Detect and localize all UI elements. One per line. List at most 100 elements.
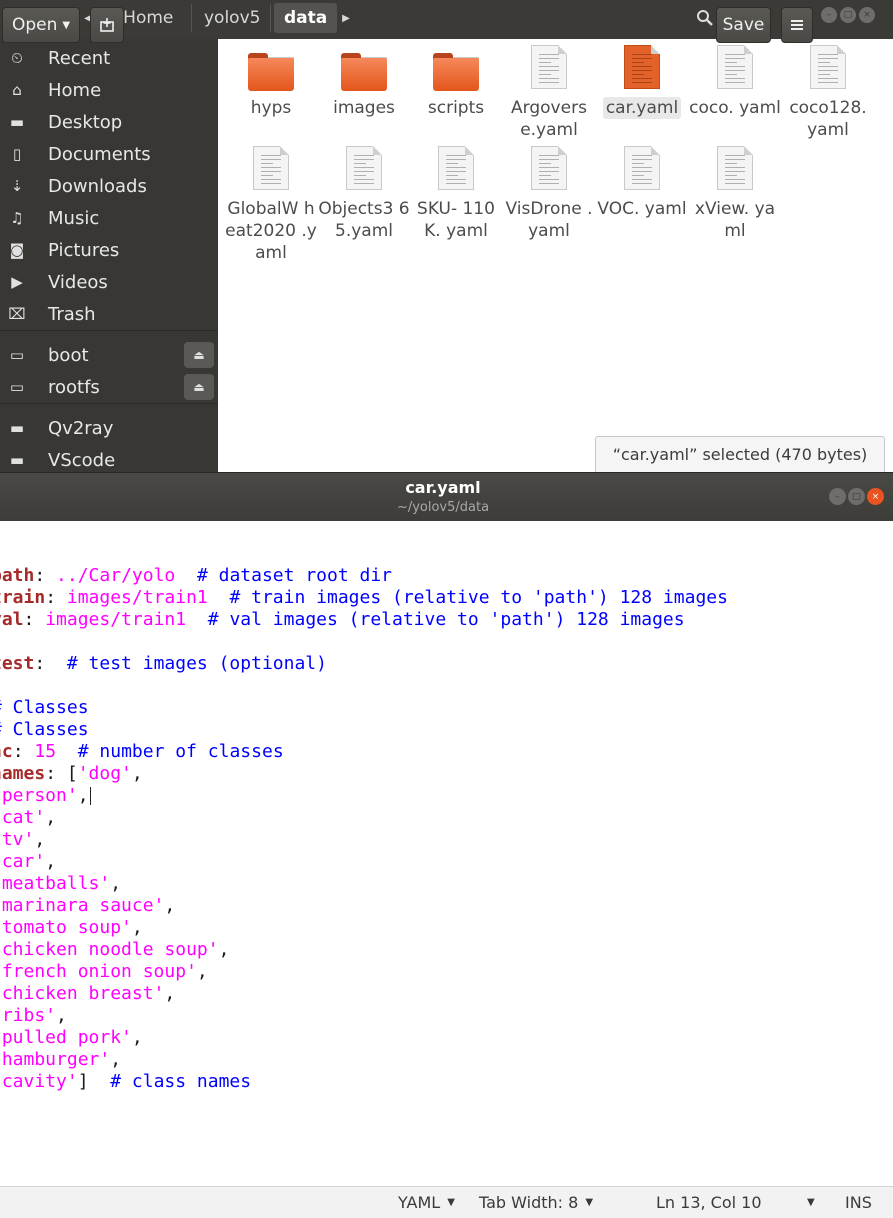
file-name-text: coco128. yaml — [789, 98, 867, 140]
position-dropdown[interactable]: ▼ — [800, 1187, 815, 1218]
code-token: images/train1 — [66, 587, 208, 608]
code-line: 'hamburger', — [0, 1049, 728, 1071]
insert-mode-label: INS — [845, 1193, 872, 1212]
code-token: path — [0, 565, 35, 586]
sidebar-item-label: Videos — [48, 271, 108, 293]
file-item[interactable]: coco. yaml — [689, 45, 781, 119]
code-token: ] — [77, 1071, 111, 1092]
open-button[interactable]: Open ▼ — [2, 7, 80, 43]
code-line: test: # test images (optional) — [0, 653, 728, 675]
sidebar-item-label: Music — [48, 207, 100, 229]
new-tab-button[interactable] — [90, 7, 124, 43]
editor-close-button[interactable]: × — [867, 488, 884, 505]
file-item[interactable]: xView. yaml — [689, 146, 781, 242]
close-icon: × — [863, 10, 871, 20]
file-item[interactable]: coco128. yaml — [782, 45, 874, 141]
file-name-text: SKU- 110K. yaml — [417, 199, 495, 241]
folder-item[interactable]: scripts — [410, 45, 502, 119]
save-button-label: Save — [722, 15, 765, 35]
sidebar-item-downloads[interactable]: ⇣ Downloads — [0, 170, 218, 202]
code-token: : — [23, 609, 46, 630]
tab-width-selector[interactable]: Tab Width: 8 ▼ — [479, 1187, 593, 1218]
code-token: , — [164, 983, 176, 1004]
code-line: 'tv', — [0, 829, 728, 851]
code-token: , — [218, 939, 230, 960]
text-file-icon — [717, 45, 753, 91]
file-item[interactable]: Objects3 65.yaml — [318, 146, 410, 242]
code-token: # Classes — [0, 697, 89, 718]
minimize-button[interactable]: – — [821, 7, 837, 23]
file-item[interactable]: Argovers e.yaml — [503, 45, 595, 141]
close-button[interactable]: × — [859, 7, 875, 23]
code-token: 'meatballs' — [0, 873, 111, 894]
code-line: nc: 15 # number of classes — [0, 741, 728, 763]
language-selector[interactable]: YAML ▼ — [398, 1187, 455, 1218]
file-item[interactable]: VisDrone .yaml — [503, 146, 595, 242]
sidebar-item-label: Qv2ray — [48, 417, 114, 439]
file-item[interactable]: SKU- 110K. yaml — [410, 146, 502, 242]
file-name: GlobalW heat2020 .yaml — [225, 198, 317, 264]
editor-maximize-button[interactable]: □ — [848, 488, 865, 505]
code-line: path: ../Car/yolo # dataset root dir — [0, 565, 728, 587]
code-token: 'pulled pork' — [0, 1027, 132, 1048]
breadcrumb-scroll-right[interactable]: ▶ — [336, 3, 356, 33]
sidebar-item-home[interactable]: ⌂ Home — [0, 74, 218, 106]
file-item[interactable]: car.yaml — [596, 45, 688, 119]
sidebar-item-desktop[interactable]: ▬ Desktop — [0, 106, 218, 138]
sidebar-item-label: Downloads — [48, 175, 147, 197]
code-line: 'ribs', — [0, 1005, 728, 1027]
open-button-label: Open — [11, 15, 58, 35]
code-view[interactable]: path: ../Car/yolo # dataset root dirtrai… — [0, 565, 728, 1093]
folder-item[interactable]: images — [318, 45, 410, 119]
code-token: , — [131, 917, 143, 938]
file-manager-window: ❮ ❯ ◀ ⌂ Home yolov5 data ▶ – □ × ⏲Recent… — [0, 0, 893, 472]
file-name: hyps — [225, 97, 317, 119]
sidebar-item-recent[interactable]: ⏲ Recent — [0, 42, 218, 74]
save-button[interactable]: Save — [716, 7, 771, 43]
code-line: names: ['dog', — [0, 763, 728, 785]
code-token: , — [131, 763, 143, 784]
text-cursor — [89, 787, 91, 805]
sidebar-item-pictures[interactable]: ◙ Pictures — [0, 234, 218, 266]
trash-icon: ⌧ — [8, 305, 26, 323]
sidebar-item-music[interactable]: ♫ Music — [0, 202, 218, 234]
sidebar-item-label: Desktop — [48, 111, 123, 133]
breadcrumb-data-label: data — [284, 8, 328, 28]
text-editor-area[interactable]: path: ../Car/yolo # dataset root dirtrai… — [0, 521, 893, 1186]
text-file-icon — [810, 45, 846, 91]
editor-menu-button[interactable] — [781, 7, 813, 43]
sidebar-item-vscode[interactable]: ▬ VScode — [0, 444, 218, 472]
file-item[interactable]: VOC. yaml — [596, 146, 688, 220]
editor-minimize-button[interactable]: – — [829, 488, 846, 505]
code-token: 'tomato soup' — [0, 917, 132, 938]
sidebar-item-qv2ray[interactable]: ▬ Qv2ray — [0, 412, 218, 444]
language-label: YAML — [398, 1193, 441, 1212]
code-token: 'hamburger' — [0, 1049, 111, 1070]
code-token: , — [196, 961, 208, 982]
maximize-button[interactable]: □ — [840, 7, 856, 23]
eject-icon[interactable]: ⏏ — [184, 342, 214, 368]
breadcrumb-yolov5[interactable]: yolov5 — [196, 3, 268, 33]
file-item[interactable]: GlobalW heat2020 .yaml — [225, 146, 317, 264]
file-name: scripts — [410, 97, 502, 119]
sidebar-item-trash[interactable]: ⌧ Trash — [0, 298, 218, 330]
code-line: val: images/train1 # val images (relativ… — [0, 609, 728, 631]
eject-icon[interactable]: ⏏ — [184, 374, 214, 400]
sidebar-item-label: rootfs — [48, 376, 100, 398]
folder-icon: ▬ — [9, 451, 25, 469]
text-file-icon — [624, 45, 660, 91]
insert-mode[interactable]: INS — [845, 1187, 872, 1218]
breadcrumb-data[interactable]: data — [274, 3, 338, 33]
editor-statusbar: YAML ▼ Tab Width: 8 ▼ Ln 13, Col 10 ▼ IN… — [0, 1186, 893, 1218]
folder-item[interactable]: hyps — [225, 45, 317, 119]
sidebar-item-videos[interactable]: ▶ Videos — [0, 266, 218, 298]
sidebar-divider — [0, 330, 218, 331]
sidebar-item-documents[interactable]: ▯ Documents — [0, 138, 218, 170]
code-line: 'cavity'] # class names — [0, 1071, 728, 1093]
cursor-position[interactable]: Ln 13, Col 10 — [656, 1187, 762, 1218]
code-token: # test images (optional) — [66, 653, 327, 674]
code-token: 'chicken breast' — [0, 983, 165, 1004]
